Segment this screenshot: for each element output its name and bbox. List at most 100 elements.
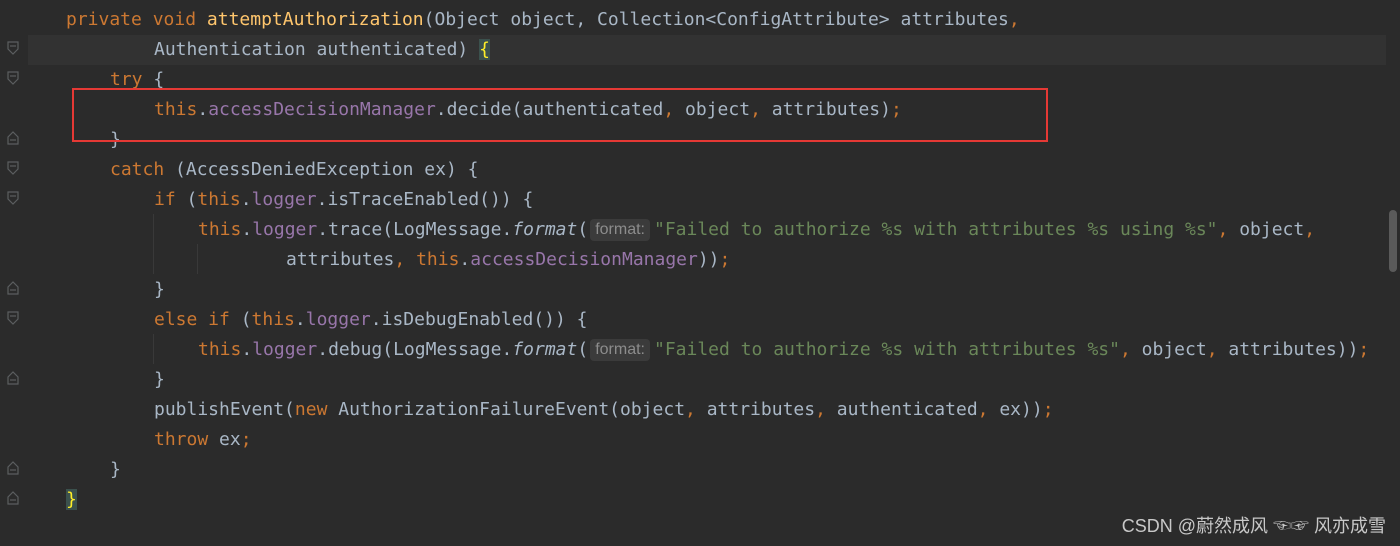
code-text: Authentication authenticated) bbox=[154, 39, 480, 60]
code-text: object bbox=[1130, 339, 1207, 360]
keyword: throw bbox=[154, 429, 209, 450]
code-line: else if (this.logger.isDebugEnabled()) { bbox=[28, 305, 1386, 335]
keyword: if bbox=[154, 189, 176, 210]
code-line: attributes, this.accessDecisionManager))… bbox=[28, 245, 1386, 275]
keyword: catch bbox=[110, 159, 165, 180]
keyword: this bbox=[416, 249, 460, 270]
code-line: private void attemptAuthorization(Object… bbox=[28, 5, 1386, 35]
punctuation: ; bbox=[1358, 339, 1370, 360]
keyword: this bbox=[198, 339, 242, 360]
vertical-scrollbar[interactable] bbox=[1389, 210, 1397, 272]
code-text: . bbox=[241, 219, 253, 240]
field-name: logger bbox=[251, 189, 317, 210]
code-text: .isTraceEnabled()) { bbox=[316, 189, 534, 210]
code-text: ( bbox=[577, 219, 589, 240]
field-name: logger bbox=[252, 339, 318, 360]
code-text: (Object object, Collection<ConfigAttribu… bbox=[423, 9, 1009, 30]
code-text: ex bbox=[208, 429, 241, 450]
matched-brace: } bbox=[66, 489, 77, 510]
code-text: } bbox=[154, 279, 165, 300]
keyword: this bbox=[198, 219, 242, 240]
static-method: format bbox=[512, 219, 578, 240]
code-text: object bbox=[1228, 219, 1305, 240]
punctuation: , bbox=[977, 399, 989, 420]
code-text: { bbox=[142, 69, 165, 90]
code-text: . bbox=[240, 189, 252, 210]
fold-close-icon[interactable] bbox=[7, 281, 19, 295]
code-text: ( bbox=[577, 339, 589, 360]
punctuation: , bbox=[1304, 219, 1316, 240]
keyword: void bbox=[152, 9, 197, 30]
parameter-hint: format: bbox=[590, 339, 650, 361]
code-text: . bbox=[241, 339, 253, 360]
punctuation: , bbox=[1119, 339, 1131, 360]
punctuation: , bbox=[1008, 9, 1020, 30]
fold-close-icon[interactable] bbox=[7, 131, 19, 145]
punctuation: ; bbox=[240, 429, 252, 450]
keyword: else if bbox=[154, 309, 230, 330]
field-name: accessDecisionManager bbox=[470, 249, 698, 270]
keyword: try bbox=[110, 69, 143, 90]
keyword: this bbox=[197, 189, 241, 210]
code-text: } bbox=[154, 369, 165, 390]
code-text: attributes bbox=[695, 399, 816, 420]
code-text: } bbox=[110, 459, 121, 480]
fold-close-icon[interactable] bbox=[7, 371, 19, 385]
code-line: publishEvent(new AuthorizationFailureEve… bbox=[28, 395, 1386, 425]
static-method: format bbox=[512, 339, 578, 360]
fold-open-icon[interactable] bbox=[7, 71, 19, 85]
punctuation: , bbox=[394, 249, 417, 270]
code-line: } bbox=[28, 365, 1386, 395]
code-text: ex)) bbox=[988, 399, 1043, 420]
keyword: new bbox=[294, 399, 328, 420]
field-name: logger bbox=[252, 219, 318, 240]
code-line: if (this.logger.isTraceEnabled()) { bbox=[28, 185, 1386, 215]
field-name: logger bbox=[305, 309, 371, 330]
punctuation: , bbox=[1217, 219, 1229, 240]
fold-open-icon[interactable] bbox=[7, 191, 19, 205]
punctuation: , bbox=[1206, 339, 1218, 360]
keyword: private bbox=[66, 9, 142, 30]
punctuation: , bbox=[815, 399, 826, 420]
matched-brace: { bbox=[479, 39, 490, 60]
code-text: .isDebugEnabled()) { bbox=[370, 309, 588, 330]
keyword: this bbox=[251, 309, 295, 330]
punctuation: ; bbox=[719, 249, 731, 270]
code-line: catch (AccessDeniedException ex) { bbox=[28, 155, 1386, 185]
punctuation: ; bbox=[1042, 399, 1054, 420]
fold-close-icon[interactable] bbox=[7, 491, 19, 505]
code-text: attributes bbox=[286, 249, 395, 270]
parameter-hint: format: bbox=[590, 219, 650, 241]
annotation-highlight-box bbox=[72, 88, 1048, 142]
code-line: throw ex; bbox=[28, 425, 1386, 455]
fold-close-icon[interactable] bbox=[7, 461, 19, 475]
code-line: this.logger.trace(LogMessage.format(form… bbox=[28, 215, 1386, 245]
code-line: this.logger.debug(LogMessage.format(form… bbox=[28, 335, 1386, 365]
code-editor[interactable]: private void attemptAuthorization(Object… bbox=[28, 0, 1386, 546]
fold-open-icon[interactable] bbox=[7, 41, 19, 55]
code-text: . bbox=[459, 249, 471, 270]
editor-gutter bbox=[0, 0, 28, 546]
fold-open-icon[interactable] bbox=[7, 161, 19, 175]
watermark: CSDN @蔚然成风 ☜☞ 风亦成雪 bbox=[1121, 516, 1386, 536]
code-text: ( bbox=[175, 189, 198, 210]
code-text: .trace(LogMessage. bbox=[317, 219, 513, 240]
code-text: attributes)) bbox=[1217, 339, 1359, 360]
code-line: } bbox=[28, 455, 1386, 485]
code-text: )) bbox=[697, 249, 720, 270]
method-name: attemptAuthorization bbox=[206, 9, 424, 30]
string-literal: "Failed to authorize %s with attributes … bbox=[653, 339, 1120, 360]
code-text: AuthorizationFailureEvent(object bbox=[327, 399, 686, 420]
code-text: (AccessDeniedException ex) { bbox=[164, 159, 479, 180]
string-literal: "Failed to authorize %s with attributes … bbox=[653, 219, 1218, 240]
fold-open-icon[interactable] bbox=[7, 311, 19, 325]
code-text: .debug(LogMessage. bbox=[317, 339, 513, 360]
code-text: . bbox=[294, 309, 306, 330]
code-line: } bbox=[28, 485, 1386, 515]
code-text: authenticated bbox=[825, 399, 978, 420]
punctuation: , bbox=[685, 399, 696, 420]
code-line: } bbox=[28, 275, 1386, 305]
code-line-current: Authentication authenticated) { bbox=[28, 35, 1386, 65]
code-text: publishEvent( bbox=[154, 399, 295, 420]
code-text: ( bbox=[229, 309, 252, 330]
